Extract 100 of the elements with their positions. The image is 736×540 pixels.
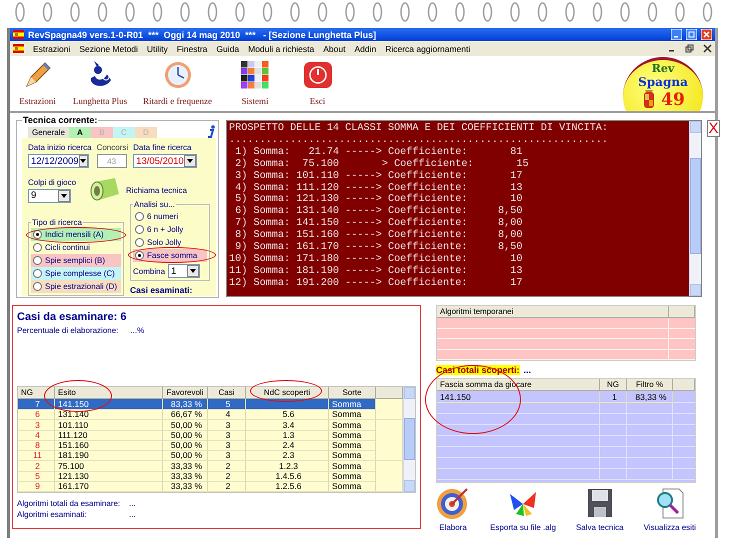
table-cell: 2	[18, 460, 55, 472]
table-row[interactable]: 4 111.120 50,00 % 3 1.3 Somma	[18, 430, 403, 440]
action-button[interactable]: Esporta su file .alg	[490, 486, 556, 532]
radio-option[interactable]: Spie semplici (B)	[31, 254, 121, 267]
dotted-separator: ..............................................................	[229, 134, 610, 146]
console-text: 1) Somma: 21.74 -----> Coefficiente: 81 2) Somma: 75.100 > Coefficiente: 15 3) Somma: 101.110 -----> Coefficiente: 17 4) Somma: 111.120 -----> Coefficiente: 13 5) Somma: 121.130 -----> Coefficiente: 10 6) Somma: 131.140 -----> Coefficiente: 8,50 7) Somma: 141.150 -----> Coefficiente: 8,00 8) Somma: 151.160 -----> Coefficiente: 8,00 9) Somma: 161.170 -----> Coefficiente: 8,50 10) Somma: 171.180 -----> Coefficiente: 10 11) Somma: 181.190 -----> Coefficiente: 13 12) Somma: 191.200 -----> Coefficiente: 17	[229, 146, 530, 290]
table-cell: 1.2.5.6	[246, 481, 329, 492]
column-header[interactable]: NG	[600, 379, 627, 391]
scrollbar[interactable]	[689, 121, 701, 296]
table-cell: 50,00 %	[163, 440, 208, 452]
info-label: Percentuale di elaborazione:	[17, 326, 118, 335]
table-cell: 111.120	[55, 430, 163, 441]
menu-item[interactable]: Estrazioni	[33, 44, 70, 54]
logo-text: 49	[661, 90, 685, 110]
column-header	[669, 306, 695, 318]
info-label: Algoritmi totali da esaminare:	[17, 498, 117, 508]
table-cell: 141.150	[437, 392, 600, 403]
combine-dropdown[interactable]: 1	[168, 264, 200, 278]
menu-item[interactable]: Finestra	[176, 44, 208, 54]
table-cell: 1	[600, 392, 627, 403]
table-row[interactable]: 11 181.190 50,00 % 3 2.3 Somma	[18, 450, 403, 461]
table-row[interactable]: 3 101.110 50,00 % 3 3.4 Somma	[18, 420, 403, 430]
table-row[interactable]: 9 161.170 33,33 % 2 1.2.5.6 Somma	[18, 481, 403, 492]
close-icon[interactable]	[703, 44, 712, 53]
menu-item[interactable]: Utility	[146, 44, 168, 54]
action-button[interactable]: Visualizza esiti	[644, 486, 696, 532]
radio-option[interactable]: Spie complesse (C)	[31, 267, 121, 280]
menu-item[interactable]: Sezione Metodi	[79, 44, 138, 54]
date-dropdown[interactable]: 13/05/2010	[133, 154, 198, 168]
target-icon	[436, 486, 470, 520]
table-cell: 3	[208, 420, 246, 431]
table-cell: 1.2.3	[246, 460, 329, 472]
table-row[interactable]: 8 151.160 50,00 % 3 2.4 Somma	[18, 440, 403, 450]
table-cell: 66,67 %	[163, 409, 208, 420]
recall-technique-label[interactable]: Richiama tecnica	[126, 186, 187, 194]
caret-icon	[61, 194, 67, 198]
shots-dropdown[interactable]: 9	[28, 188, 71, 202]
info-icon[interactable]	[207, 125, 216, 138]
tab[interactable]: A	[68, 127, 91, 138]
table-row[interactable]: 7 141.150 83,33 % 5 Somma	[18, 399, 403, 410]
radio-option[interactable]: 6 n + Jolly	[133, 223, 207, 236]
radio-option[interactable]: 6 numeri	[133, 210, 207, 223]
action-button[interactable]: Salva tecnica	[576, 486, 624, 532]
menu-item[interactable]: Addin	[354, 44, 376, 54]
radio-option[interactable]: Indici mensili (A)	[31, 228, 121, 241]
color-grid-icon	[240, 60, 270, 90]
table-cell: 3	[208, 450, 246, 462]
restore-icon[interactable]	[685, 44, 694, 53]
info-value: ...	[129, 510, 136, 519]
clock-icon	[162, 60, 192, 90]
table-cell: 1.4.5.6	[246, 471, 329, 482]
column-header[interactable]: Casi	[208, 387, 246, 399]
date-dropdown[interactable]: 12/12/2009	[28, 154, 89, 168]
column-header[interactable]: NG	[18, 387, 55, 399]
column-header[interactable]: Favorevoli	[163, 387, 208, 399]
table-cell: 33,33 %	[163, 460, 208, 472]
table-cell: 50,00 %	[163, 430, 208, 441]
table-cell: 50,00 %	[163, 450, 208, 462]
column-header[interactable]: Filtro %	[627, 379, 673, 391]
scrollbar[interactable]	[403, 387, 415, 492]
toolbar-button[interactable]: Lunghetta Plus	[65, 60, 135, 106]
table-cell: 4	[208, 409, 246, 420]
column-header[interactable]: Esito	[55, 387, 163, 399]
action-button[interactable]: Elabora	[436, 486, 470, 532]
menu-item[interactable]: Ricerca aggiornamenti	[385, 44, 470, 54]
group-title: Analisi su...	[133, 200, 176, 209]
table-cell: 2.3	[246, 450, 329, 462]
info-value: ...	[129, 498, 136, 508]
table-cell: 3.4	[246, 420, 329, 431]
flag-icon	[13, 30, 24, 39]
menu-item[interactable]: Moduli a richiesta	[248, 44, 314, 54]
table-row[interactable]: 6 131.140 66,67 % 4 5.6 Somma	[18, 409, 403, 420]
radio-option[interactable]: Fasce somma	[133, 249, 207, 262]
toolbar-button[interactable]: Ritardi e frequenze	[135, 60, 220, 106]
table-cell: 7	[18, 399, 55, 410]
column-header[interactable]: NdC scoperti	[246, 387, 329, 399]
field-label: Concorsi	[96, 143, 128, 152]
table-cell: 3	[208, 440, 246, 452]
tab-label: Generale	[28, 127, 69, 138]
menu-item[interactable]: About	[323, 44, 346, 54]
table-cell: 151.160	[55, 440, 163, 452]
close-button[interactable]: X	[707, 120, 720, 137]
column-header[interactable]: Sorte	[329, 387, 376, 399]
column-header	[376, 387, 403, 399]
panel-title: Casi da esaminare: 6	[17, 311, 128, 323]
table-row[interactable]: 2 75.100 33,33 % 2 1.2.3 Somma	[18, 460, 403, 472]
toolbar-button[interactable]: Estrazioni	[10, 60, 65, 106]
table-cell: 121.130	[55, 471, 163, 482]
column-header[interactable]: Algoritmi temporanei	[437, 306, 669, 318]
table-row[interactable]: 5 121.130 33,33 % 2 1.4.5.6 Somma	[18, 471, 403, 482]
radio-option[interactable]: Solo Jolly	[133, 236, 207, 249]
toolbar-button[interactable]: Sistemi	[220, 60, 290, 106]
caret-icon	[187, 159, 194, 163]
table-cell: 5	[208, 399, 246, 410]
toolbar-button[interactable]: Esci	[290, 60, 345, 106]
logo-text: Rev	[652, 62, 674, 75]
table-cell: 8	[18, 440, 55, 452]
radio-option[interactable]: Cicli continui	[31, 241, 121, 254]
menu-item[interactable]: Guida	[216, 44, 240, 54]
radio-option[interactable]: Spie estrazionali (D)	[31, 280, 121, 293]
